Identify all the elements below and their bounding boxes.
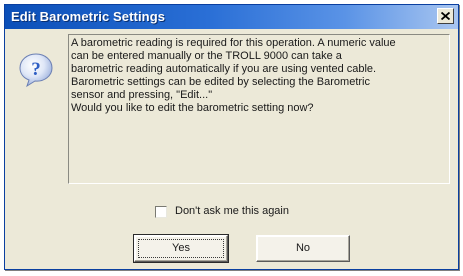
message-line: A barometric reading is required for thi… <box>71 37 396 49</box>
no-button[interactable]: No <box>256 235 350 262</box>
yes-button[interactable]: Yes <box>133 234 229 263</box>
edit-barometric-settings-dialog: Edit Barometric Settings ? A barometric … <box>4 4 459 270</box>
dont-ask-again-checkbox[interactable] <box>155 206 167 218</box>
message-line: sensor and pressing, "Edit..." <box>71 89 213 101</box>
message-panel: A barometric reading is required for thi… <box>68 34 450 184</box>
message-line: barometric reading automatically if you … <box>71 63 377 75</box>
title-bar[interactable]: Edit Barometric Settings <box>5 5 458 29</box>
message-text: A barometric reading is required for thi… <box>71 37 443 115</box>
close-button[interactable] <box>437 8 454 24</box>
no-button-label: No <box>295 242 311 254</box>
svg-text:?: ? <box>31 59 41 80</box>
dont-ask-again-label[interactable]: Don't ask me this again <box>175 205 289 217</box>
message-line: Would you like to edit the barometric se… <box>71 102 314 114</box>
message-line: can be entered manually or the TROLL 900… <box>71 50 342 62</box>
dialog-title: Edit Barometric Settings <box>11 9 166 24</box>
focus-rectangle <box>138 239 224 258</box>
question-icon: ? <box>19 53 53 88</box>
close-icon <box>441 12 450 20</box>
message-line: Barometric settings can be edited by sel… <box>71 76 370 88</box>
